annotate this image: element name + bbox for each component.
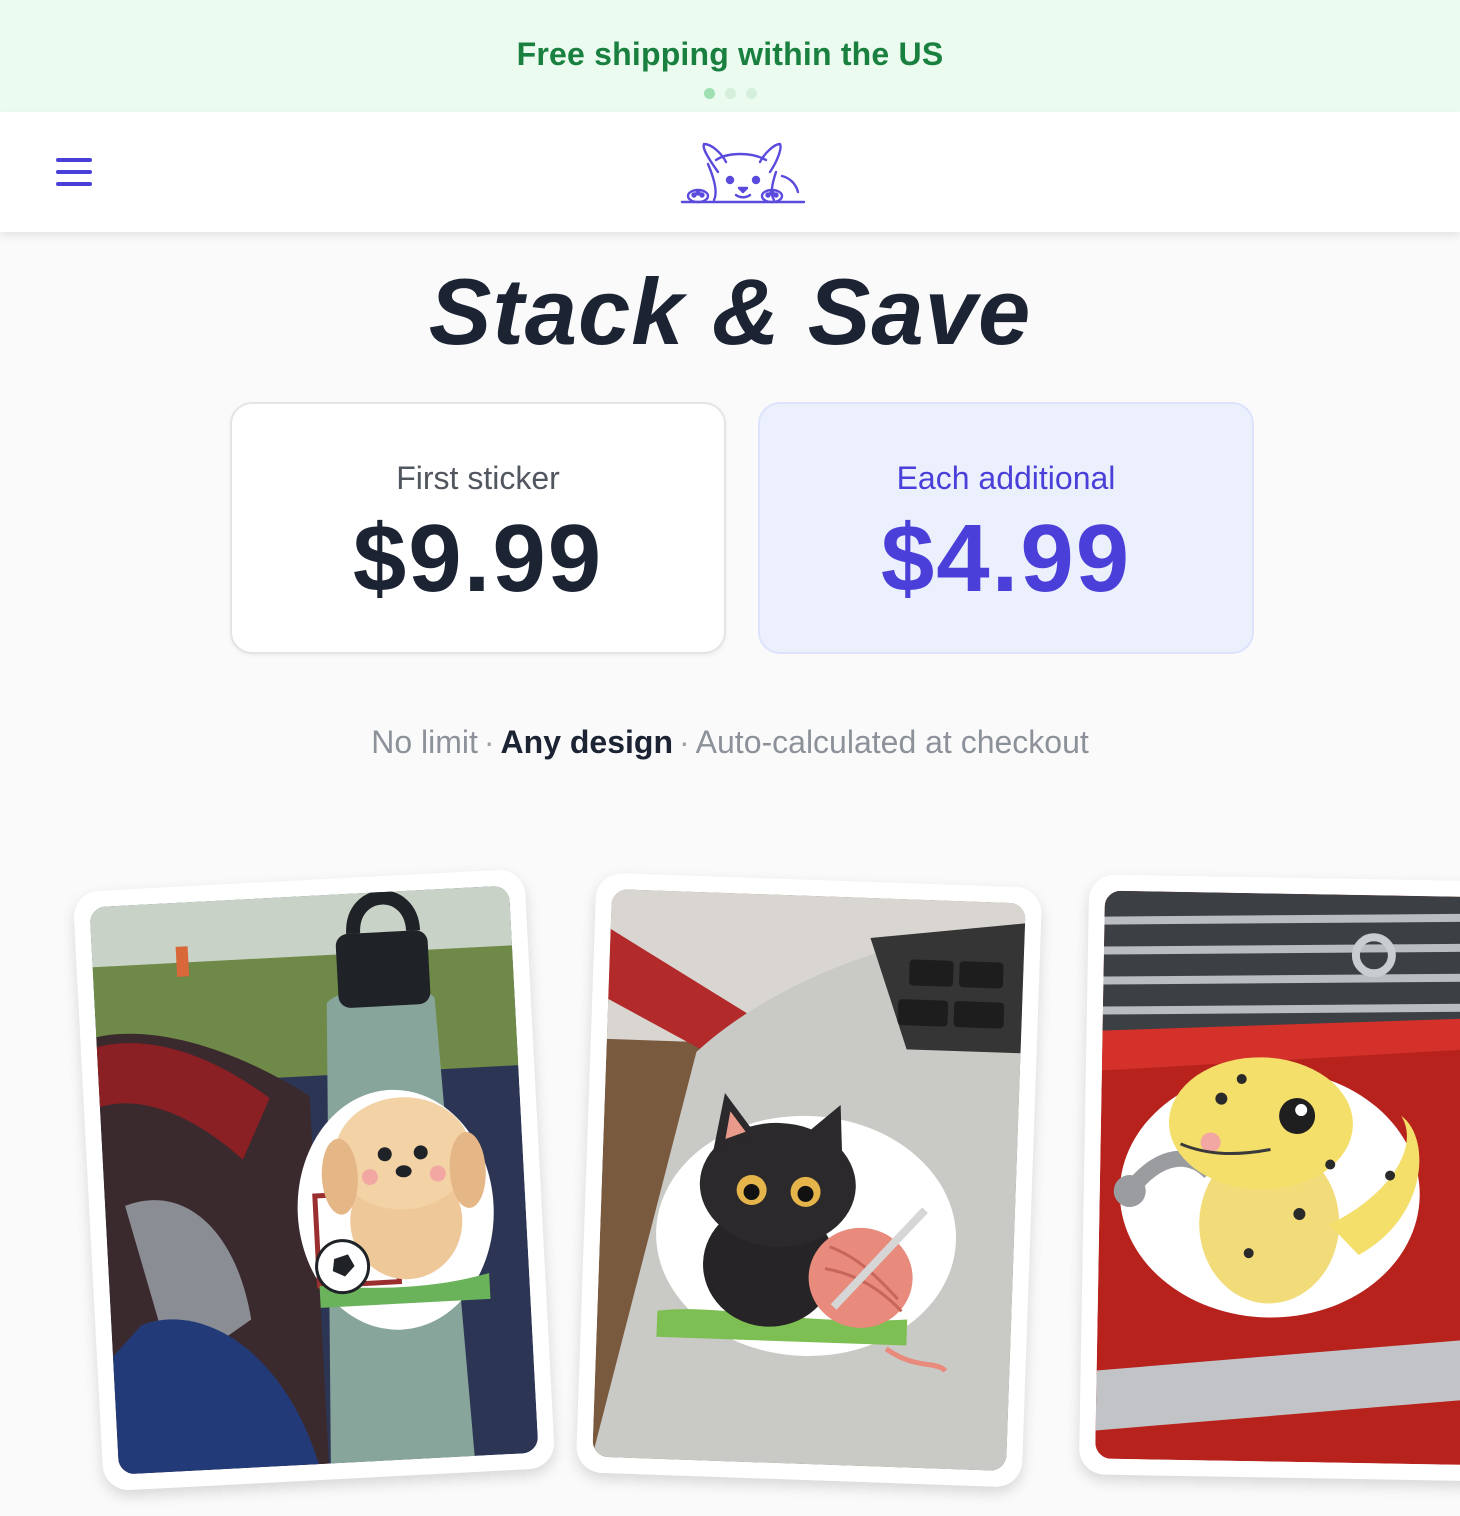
hamburger-menu-icon[interactable] [52, 156, 96, 190]
first-sticker-label: First sticker [396, 460, 560, 496]
gallery-card-gecko[interactable] [1078, 874, 1460, 1482]
additional-sticker-price: $4.99 [880, 505, 1132, 612]
note-no-limit: No limit [371, 724, 478, 760]
first-sticker-price-card: First sticker $9.99 [230, 402, 726, 654]
cat-sticker-photo [592, 888, 1026, 1472]
note-separator: · [679, 724, 690, 760]
carousel-dots [0, 88, 1460, 99]
first-sticker-price: $9.99 [352, 505, 604, 612]
note-any-design: Any design [500, 724, 673, 760]
announcement-text: Free shipping within the US [516, 36, 944, 72]
gallery-card-puppy[interactable] [72, 868, 556, 1492]
puppy-sticker-photo [89, 885, 539, 1475]
note-auto-calculated: Auto-calculated at checkout [695, 724, 1089, 760]
carousel-dot-1[interactable] [703, 88, 715, 99]
gecko-sticker-photo [1095, 890, 1460, 1466]
site-header [0, 112, 1460, 232]
additional-sticker-price-card: Each additional $4.99 [758, 402, 1254, 654]
announcement-bar: Free shipping within the US [0, 0, 1460, 112]
gallery-card-cat[interactable] [575, 872, 1043, 1488]
corgi-logo-icon[interactable] [678, 138, 808, 212]
additional-sticker-label: Each additional [896, 460, 1116, 496]
note-separator: · [483, 724, 495, 760]
carousel-dot-2[interactable] [724, 88, 736, 99]
pricing-notes: No limit · Any design · Auto-calculated at c… [0, 724, 1460, 761]
carousel-dot-3[interactable] [745, 88, 757, 99]
page-title: Stack & Save [428, 259, 1032, 364]
